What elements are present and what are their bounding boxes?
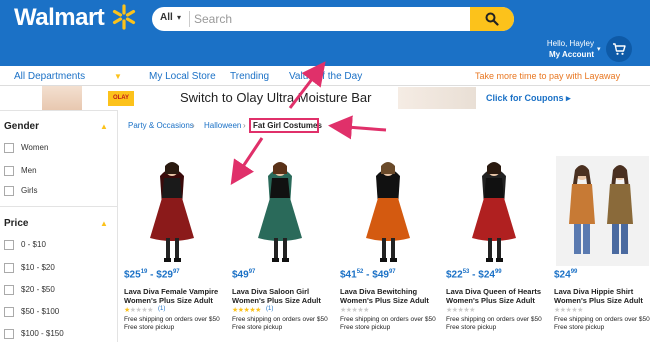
product-title-line2[interactable]: Women's Plus Size Adult (554, 296, 643, 305)
product-title-line2[interactable]: Women's Plus Size Adult (124, 296, 213, 305)
chevron-down-icon: ▾ (597, 46, 601, 53)
olay-logo: OLAY (108, 91, 134, 106)
shipping-note: Free shipping on orders over $50 (554, 316, 650, 323)
checkbox[interactable] (4, 186, 14, 196)
account-greeting: Hello, Hayley (546, 39, 594, 48)
walmart-logo[interactable]: Walmart (14, 4, 105, 32)
product-image[interactable] (336, 156, 441, 266)
star-rating: ★★★★★ (554, 307, 583, 314)
divider (0, 206, 117, 207)
product-title-line2[interactable]: Women's Plus Size Adult (446, 296, 535, 305)
ad-image-face (42, 86, 82, 110)
product-price: $2519 - $2997 (124, 269, 180, 281)
product-price: $4152 - $4997 (340, 269, 396, 281)
product-card[interactable]: $4152 - $4997 Lava Diva Bewitching Women… (336, 150, 441, 342)
ad-image-soap (398, 87, 476, 109)
site-header: Walmart All ▾ Hello, Hayley My Account ▾ (0, 0, 650, 66)
my-account-label: My Account (548, 50, 594, 59)
product-title[interactable]: Lava Diva Queen of Hearts (446, 287, 541, 296)
arrow-left (328, 115, 387, 140)
filter-price-title[interactable]: Price (4, 218, 28, 229)
nav-all-departments[interactable]: All Departments (14, 71, 85, 82)
product-title[interactable]: Lava Diva Female Vampire (124, 287, 218, 296)
product-image[interactable] (550, 156, 650, 266)
checkbox[interactable] (4, 143, 14, 153)
divider (189, 11, 190, 27)
product-image[interactable] (228, 156, 333, 266)
ad-headline: Switch to Olay Ultra Moisture Bar (180, 90, 372, 105)
chevron-up-icon[interactable]: ▲ (100, 219, 108, 228)
checkbox[interactable] (4, 285, 14, 295)
checkbox[interactable] (4, 263, 14, 273)
product-title[interactable]: Lava Diva Hippie Shirt (554, 287, 633, 296)
nav-trending[interactable]: Trending (230, 71, 269, 82)
checkbox[interactable] (4, 307, 14, 317)
star-rating: ★★★★★ (124, 307, 153, 314)
spark-icon (112, 4, 136, 30)
product-title-line2[interactable]: Women's Plus Size Adult (340, 296, 429, 305)
nav-my-local-store[interactable]: My Local Store (149, 71, 216, 82)
checkbox[interactable] (4, 329, 14, 339)
product-card[interactable]: $2253 - $2499 Lava Diva Queen of Hearts … (442, 150, 547, 342)
search-button[interactable] (470, 7, 514, 31)
filter-gender-title[interactable]: Gender (4, 121, 39, 132)
review-count[interactable]: (1) (266, 306, 273, 312)
search-input[interactable] (194, 10, 414, 28)
chevron-down-icon: ▼ (114, 72, 122, 81)
highlight-box (249, 118, 319, 133)
checkbox[interactable] (4, 240, 14, 250)
product-price: $4997 (232, 269, 256, 281)
checkbox[interactable] (4, 166, 14, 176)
product-title-line2[interactable]: Women's Plus Size Adult (232, 296, 321, 305)
search-bar: All ▾ (152, 7, 514, 31)
chevron-down-icon: ▾ (177, 13, 182, 22)
star-rating: ★★★★★ (446, 307, 475, 314)
product-title[interactable]: Lava Diva Saloon Girl (232, 287, 309, 296)
product-image[interactable] (442, 156, 547, 266)
account-menu[interactable]: Hello, Hayley My Account (547, 38, 594, 60)
product-title[interactable]: Lava Diva Bewitching (340, 287, 417, 296)
review-count[interactable]: (1) (158, 306, 165, 312)
product-card[interactable]: $4997 Lava Diva Saloon Girl Women's Plus… (228, 150, 333, 342)
star-rating: ★★★★★ (232, 307, 261, 314)
cart-button[interactable] (606, 36, 632, 62)
product-card[interactable]: $2499 Lava Diva Hippie Shirt Women's Plu… (550, 150, 650, 342)
search-icon (485, 12, 499, 26)
cart-icon (613, 43, 626, 55)
layaway-promo-link[interactable]: Take more time to pay with Layaway (475, 71, 620, 81)
star-rating: ★★★★★ (340, 307, 369, 314)
product-price: $2253 - $2499 (446, 269, 502, 281)
pickup-note: Free store pickup (232, 324, 283, 331)
breadcrumb-party-occasions[interactable]: Party & Occasions (128, 121, 194, 130)
shipping-note: Free shipping on orders over $50 (232, 316, 328, 323)
divider (0, 110, 117, 111)
pickup-note: Free store pickup (124, 324, 175, 331)
main-nav: All Departments ▼ My Local Store Trendin… (0, 66, 650, 86)
search-dept-select[interactable]: All (160, 12, 173, 23)
pickup-note: Free store pickup (554, 324, 605, 331)
product-image[interactable] (120, 156, 225, 266)
pickup-note: Free store pickup (340, 324, 391, 331)
ad-coupons-link[interactable]: Click for Coupons ▸ (486, 93, 571, 104)
pickup-note: Free store pickup (446, 324, 497, 331)
product-card[interactable]: $2519 - $2997 Lava Diva Female Vampire W… (120, 150, 225, 342)
shipping-note: Free shipping on orders over $50 (340, 316, 436, 323)
filter-sidebar: Gender ▲ Women Men Girls Price ▲ 0 - $10… (0, 110, 118, 342)
shipping-note: Free shipping on orders over $50 (446, 316, 542, 323)
nav-value-of-the-day[interactable]: Value of the Day (289, 71, 362, 82)
chevron-right-icon: › (192, 121, 195, 130)
shipping-note: Free shipping on orders over $50 (124, 316, 220, 323)
olay-ad-banner[interactable]: OLAY Switch to Olay Ultra Moisture Bar C… (42, 86, 607, 110)
chevron-right-icon: › (243, 121, 246, 130)
breadcrumb-halloween[interactable]: Halloween (204, 121, 241, 130)
product-price: $2499 (554, 269, 578, 281)
chevron-up-icon[interactable]: ▲ (100, 122, 108, 131)
